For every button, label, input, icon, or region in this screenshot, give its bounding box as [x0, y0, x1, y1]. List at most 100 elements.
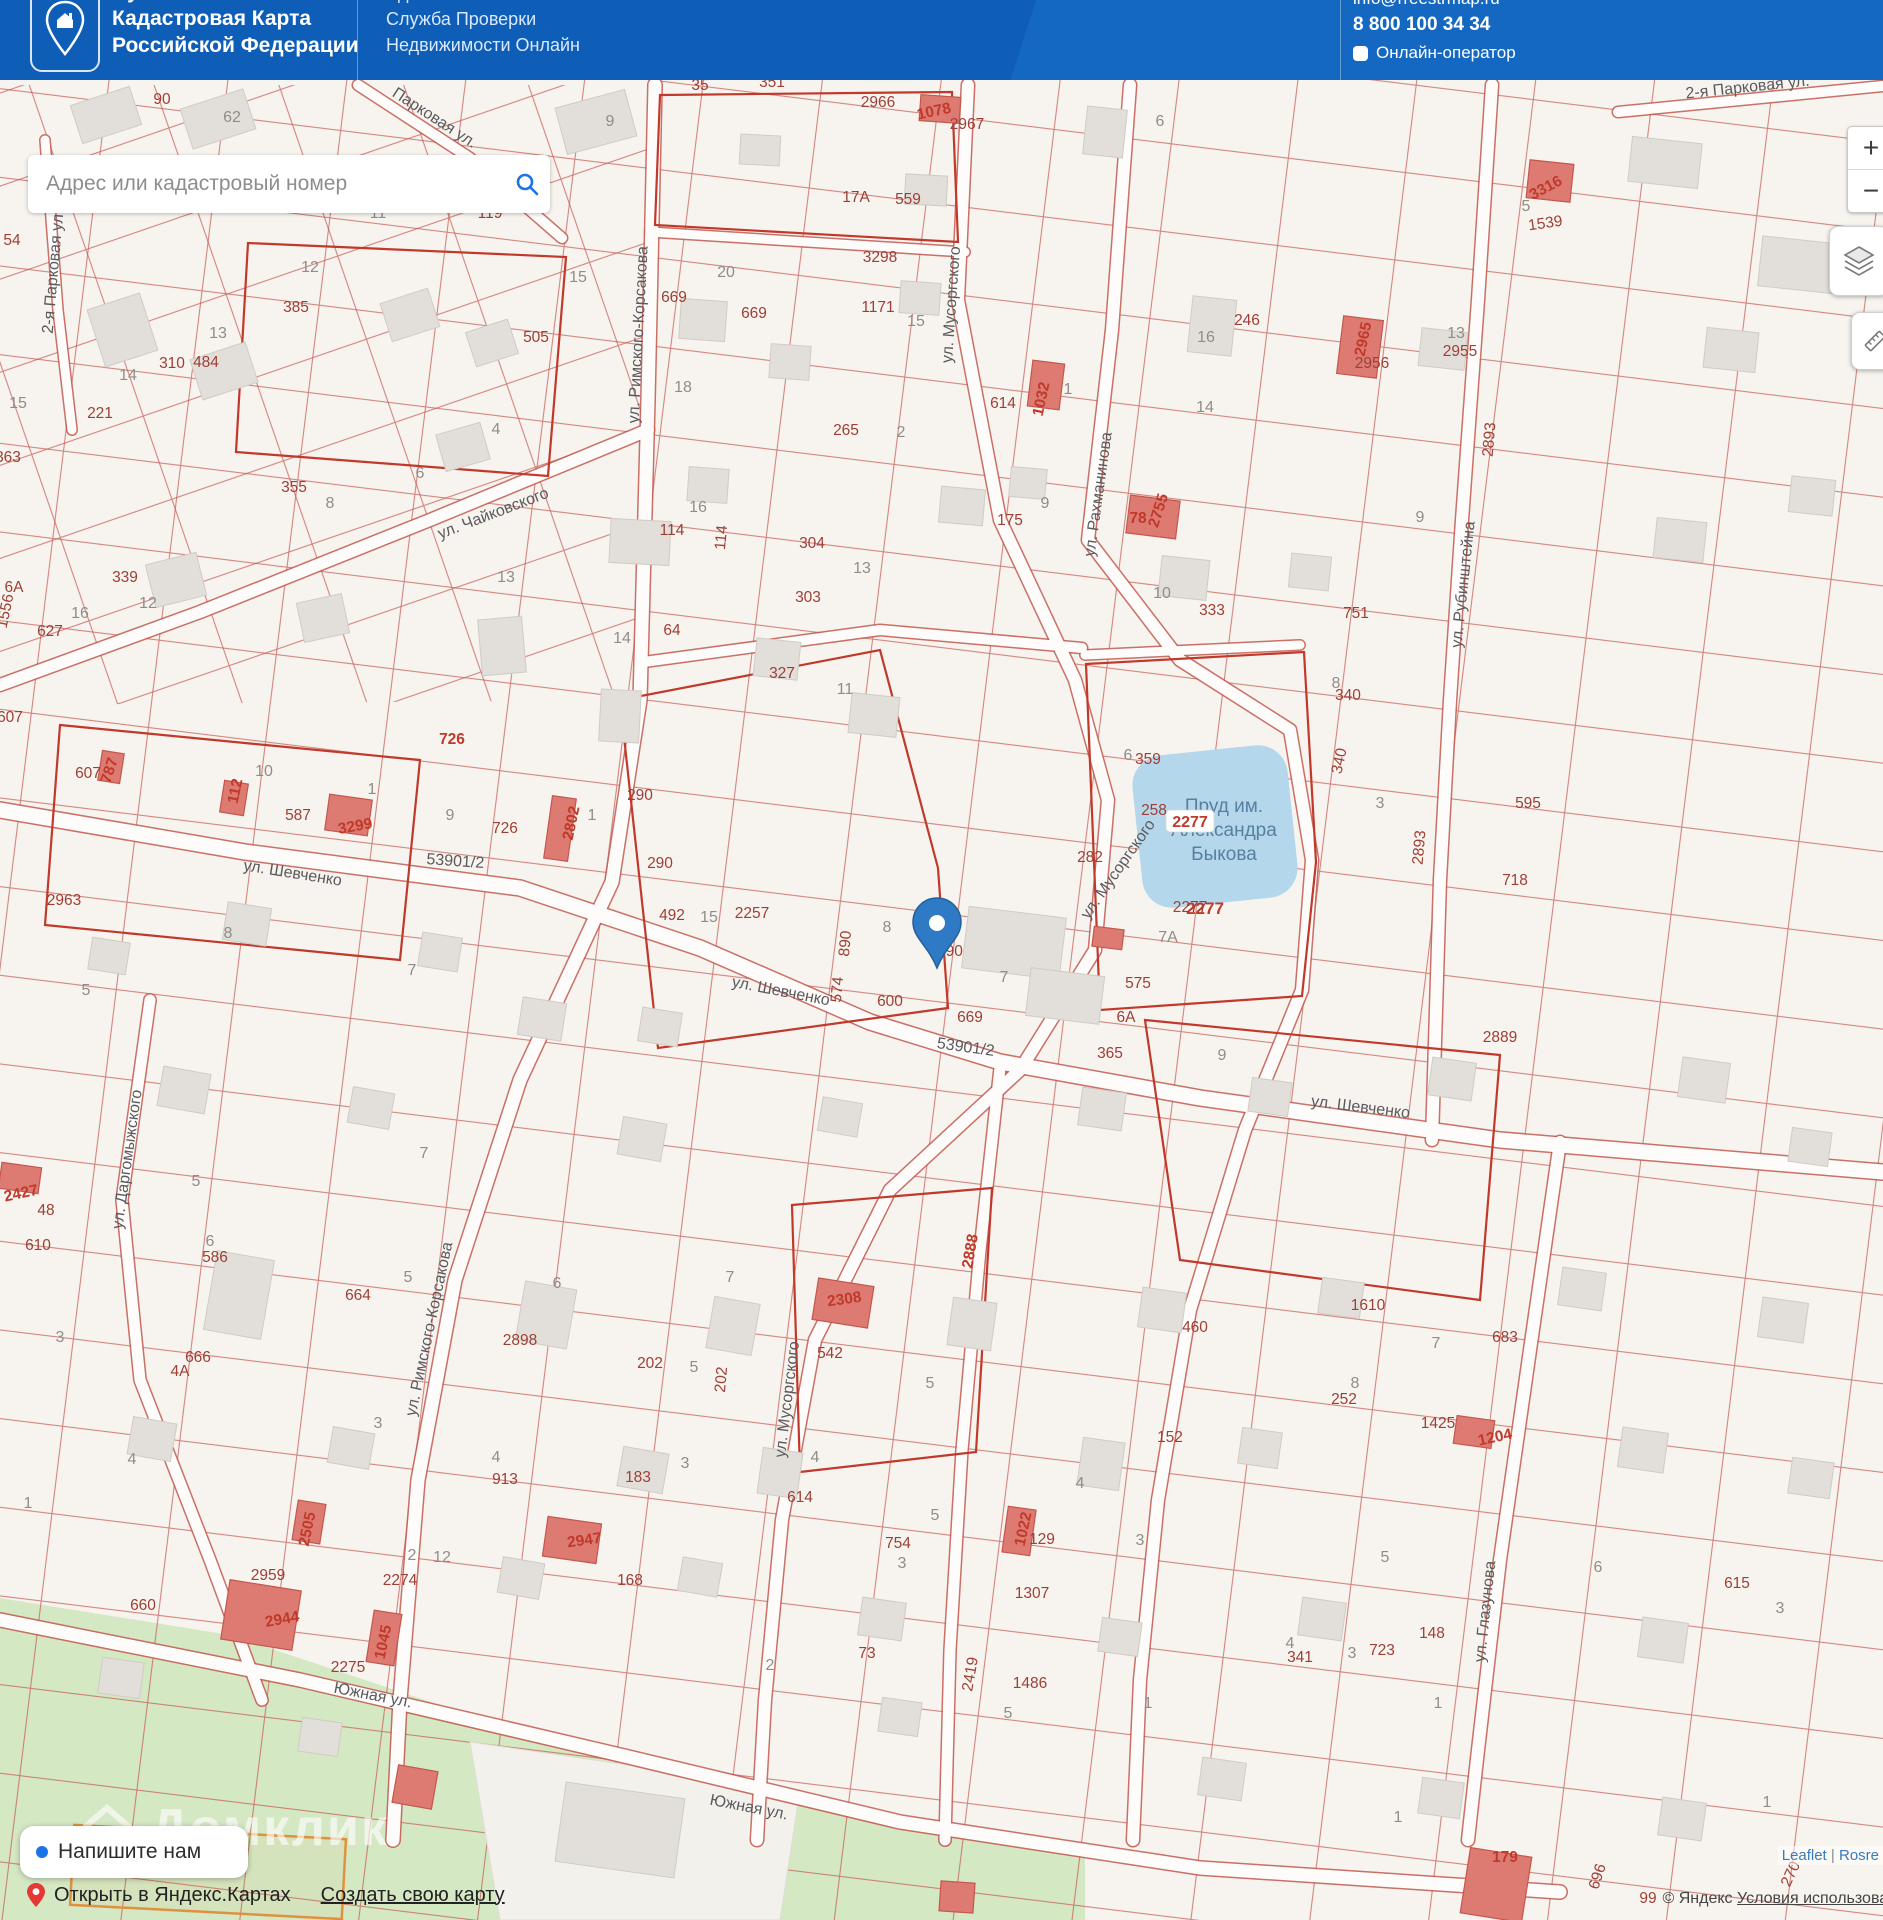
registered-building[interactable] — [1091, 925, 1125, 951]
parcel-number[interactable]: 2 — [897, 424, 906, 441]
parcel-number[interactable]: 1486 — [1013, 1675, 1047, 1692]
parcel-number[interactable]: 12 — [433, 1549, 451, 1566]
parcel-number[interactable]: 221 — [87, 405, 113, 422]
parcel-number[interactable]: 340 — [1335, 687, 1361, 704]
parcel-number[interactable]: 660 — [130, 1597, 156, 1614]
parcel-number[interactable]: 3 — [1136, 1532, 1145, 1549]
parcel-number[interactable]: 18 — [674, 379, 692, 396]
parcel-number[interactable]: 669 — [741, 305, 767, 322]
parcel-number[interactable]: 14 — [119, 367, 137, 384]
parcel-number[interactable]: 1 — [1763, 1794, 1772, 1811]
parcel-number[interactable]: 13 — [497, 569, 515, 586]
parcel-number[interactable]: 614 — [990, 395, 1016, 412]
search-input[interactable] — [28, 172, 504, 196]
parcel-number[interactable]: 1610 — [1351, 1297, 1386, 1314]
parcel-number[interactable]: 1 — [1064, 381, 1073, 398]
parcel-number[interactable]: 9 — [1218, 1047, 1227, 1064]
measure-button[interactable] — [1851, 312, 1883, 370]
parcel-number[interactable]: 683 — [1492, 1329, 1518, 1346]
parcel-number[interactable]: 460 — [1182, 1319, 1208, 1336]
parcel-number[interactable]: 492 — [659, 907, 685, 924]
parcel-number[interactable]: 327 — [769, 665, 795, 682]
parcel-number[interactable]: 15 — [700, 909, 718, 926]
parcel-number[interactable]: 3 — [1376, 795, 1385, 812]
parcel-number[interactable]: 15 — [569, 269, 587, 286]
parcel-number[interactable]: 607 — [0, 709, 23, 726]
parcel-number[interactable]: 355 — [281, 479, 307, 496]
parcel-number[interactable]: 310 — [159, 355, 185, 372]
parcel-number[interactable]: 2274 — [383, 1572, 418, 1589]
parcel-number[interactable]: 385 — [283, 299, 309, 316]
parcel-number[interactable]: 5 — [1522, 198, 1531, 215]
parcel-number[interactable]: 129 — [1029, 1531, 1055, 1548]
parcel-number[interactable]: 6 — [553, 1275, 562, 1292]
parcel-number[interactable]: 6А — [5, 579, 25, 596]
parcel-number[interactable]: 16 — [71, 605, 89, 622]
parcel-number[interactable]: 4 — [811, 1449, 820, 1466]
parcel-number[interactable]: 726 — [492, 820, 518, 837]
parcel-number[interactable]: 64 — [663, 622, 681, 639]
parcel-number[interactable]: 627 — [37, 623, 63, 640]
parcel-number[interactable]: 2967 — [950, 116, 984, 133]
parcel-number[interactable]: 5 — [1381, 1549, 1390, 1566]
parcel-number[interactable]: 13 — [1447, 325, 1465, 342]
online-operator-button[interactable]: Онлайн-оператор — [1353, 40, 1516, 66]
parcel-number[interactable]: 1 — [1434, 1695, 1443, 1712]
parcel-number[interactable]: 3 — [1348, 1645, 1357, 1662]
parcel-number[interactable]: 484 — [193, 354, 219, 371]
parcel-number[interactable]: 595 — [1515, 795, 1541, 812]
parcel-number[interactable]: 2898 — [503, 1332, 537, 1349]
parcel-number[interactable]: 9 — [1416, 509, 1425, 526]
parcel-number[interactable]: 3 — [898, 1555, 907, 1572]
parcel-number[interactable]: 9 — [1041, 495, 1050, 512]
parcel-number[interactable]: 20 — [717, 264, 735, 281]
parcel-number[interactable]: 7А — [1158, 929, 1178, 946]
parcel-number[interactable]: 99 — [1639, 1890, 1656, 1907]
parcel-number[interactable]: 6 — [416, 465, 425, 482]
parcel-number[interactable]: 913 — [492, 1471, 518, 1488]
write-us-button[interactable]: Напишите нам — [20, 1826, 248, 1878]
parcel-number[interactable]: 669 — [661, 289, 687, 306]
parcel-number[interactable]: 2275 — [331, 1659, 365, 1676]
parcel-number[interactable]: 365 — [1097, 1045, 1123, 1062]
parcel-number[interactable]: 7 — [1000, 969, 1009, 986]
parcel-number[interactable]: 2257 — [735, 905, 769, 922]
cadastral-map[interactable]: Пруд им.АлександраБыкова227722779062 935 3… — [0, 80, 1883, 1920]
parcel-number[interactable]: 114 — [712, 524, 731, 550]
parcel-number[interactable]: 723 — [1369, 1642, 1395, 1659]
parcel-number[interactable]: 726 — [439, 731, 465, 748]
parcel-number[interactable]: 1 — [24, 1495, 33, 1512]
parcel-number[interactable]: 559 — [895, 191, 921, 208]
parcel-number[interactable]: 48 — [37, 1202, 54, 1219]
parcel-number[interactable]: 5 — [926, 1375, 935, 1392]
parcel-number[interactable]: 3 — [1776, 1600, 1785, 1617]
parcel-number[interactable]: 6А — [1117, 1009, 1137, 1026]
parcel-number[interactable]: 290 — [627, 787, 653, 804]
parcel-number[interactable]: 7 — [408, 962, 417, 979]
parcel-number[interactable]: 17А — [842, 189, 870, 206]
parcel-number[interactable]: 12 — [139, 595, 157, 612]
parcel-number[interactable]: 15 — [9, 395, 27, 412]
leaflet-link[interactable]: Leaflet — [1782, 1847, 1827, 1864]
parcel-number[interactable]: 265 — [833, 422, 859, 439]
parcel-number[interactable]: 2956 — [1355, 355, 1389, 372]
parcel-number[interactable]: 4А — [171, 1363, 191, 1380]
parcel-number[interactable]: 152 — [1157, 1429, 1183, 1446]
parcel-number[interactable]: 5 — [1004, 1705, 1013, 1722]
parcel-number[interactable]: 8 — [1351, 1375, 1360, 1392]
parcel-number[interactable]: 669 — [957, 1009, 983, 1026]
zoom-in-button[interactable]: + — [1848, 127, 1883, 169]
parcel-number[interactable]: 3298 — [863, 249, 897, 266]
contact-phone[interactable]: 8 800 100 34 34 — [1353, 12, 1516, 38]
parcel-number[interactable]: 246 — [1234, 312, 1260, 329]
parcel-number[interactable]: 575 — [1125, 975, 1151, 992]
registered-building[interactable] — [938, 1880, 976, 1914]
parcel-number[interactable]: 2955 — [1443, 343, 1477, 360]
parcel-number[interactable]: 1 — [1144, 1695, 1153, 1712]
parcel-number[interactable]: 148 — [1419, 1625, 1445, 1642]
parcel-number[interactable]: 62 — [223, 109, 241, 126]
parcel-number[interactable]: 73 — [858, 1645, 875, 1662]
parcel-number[interactable]: 2889 — [1483, 1029, 1517, 1046]
open-in-yandex-link[interactable]: Открыть в Яндекс.Картах — [26, 1882, 291, 1908]
parcel-number[interactable]: 9 — [606, 113, 615, 130]
